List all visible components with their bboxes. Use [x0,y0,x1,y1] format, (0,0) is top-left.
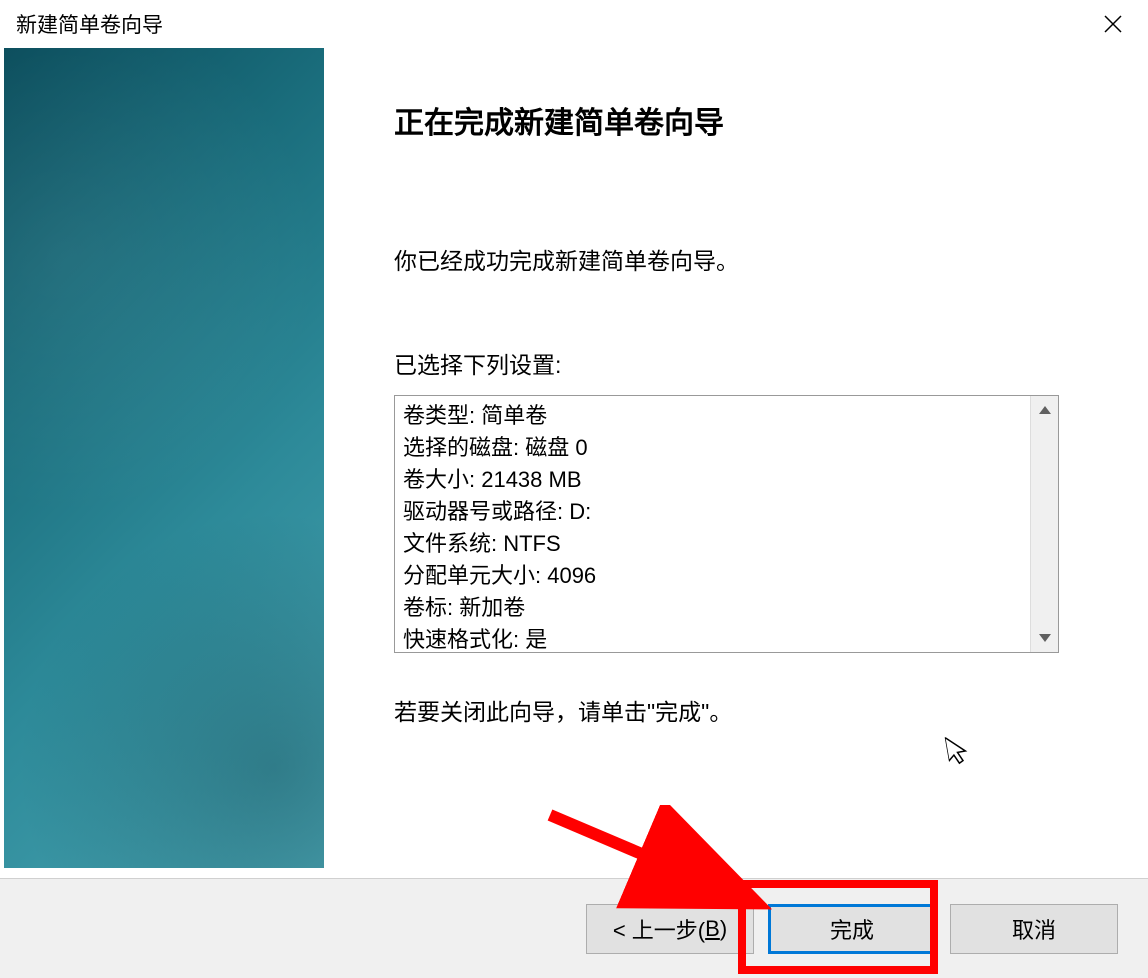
settings-line: 快速格式化: 是 [403,624,1022,652]
settings-line: 选择的磁盘: 磁盘 0 [403,432,1022,464]
finish-label: 完成 [830,913,874,945]
wizard-heading: 正在完成新建简单卷向导 [394,98,1088,142]
wizard-content: 正在完成新建简单卷向导 你已经成功完成新建简单卷向导。 已选择下列设置: 卷类型… [0,48,1148,878]
finish-button[interactable]: 完成 [768,904,936,954]
back-label-prefix: < 上一步( [613,913,705,945]
settings-listbox[interactable]: 卷类型: 简单卷 选择的磁盘: 磁盘 0 卷大小: 21438 MB 驱动器号或… [394,395,1059,653]
titlebar: 新建简单卷向导 [0,0,1148,48]
close-icon [1104,8,1122,40]
closing-hint: 若要关闭此向导，请单击"完成"。 [394,693,1088,727]
cancel-button[interactable]: 取消 [950,904,1118,954]
settings-line: 卷标: 新加卷 [403,592,1022,624]
scrollbar[interactable] [1030,396,1058,652]
wizard-description: 你已经成功完成新建简单卷向导。 [394,242,1088,276]
close-button[interactable] [1090,4,1136,44]
settings-line: 文件系统: NTFS [403,528,1022,560]
window-title: 新建简单卷向导 [16,9,163,39]
scroll-down-icon[interactable] [1031,624,1058,652]
cancel-label: 取消 [1012,913,1056,945]
wizard-button-bar: < 上一步(B) 完成 取消 [0,878,1148,978]
settings-line: 卷类型: 简单卷 [403,400,1022,432]
settings-content: 卷类型: 简单卷 选择的磁盘: 磁盘 0 卷大小: 21438 MB 驱动器号或… [395,396,1030,652]
scroll-up-icon[interactable] [1031,396,1058,424]
wizard-sidebar-graphic [4,48,324,868]
settings-line: 驱动器号或路径: D: [403,496,1022,528]
back-label-key: B [705,916,720,942]
back-label-suffix: ) [720,916,727,942]
settings-line: 卷大小: 21438 MB [403,464,1022,496]
settings-line: 分配单元大小: 4096 [403,560,1022,592]
scroll-thumb[interactable] [1031,424,1058,624]
settings-label: 已选择下列设置: [394,346,1088,380]
wizard-main-panel: 正在完成新建简单卷向导 你已经成功完成新建简单卷向导。 已选择下列设置: 卷类型… [324,48,1148,878]
back-button[interactable]: < 上一步(B) [586,904,754,954]
